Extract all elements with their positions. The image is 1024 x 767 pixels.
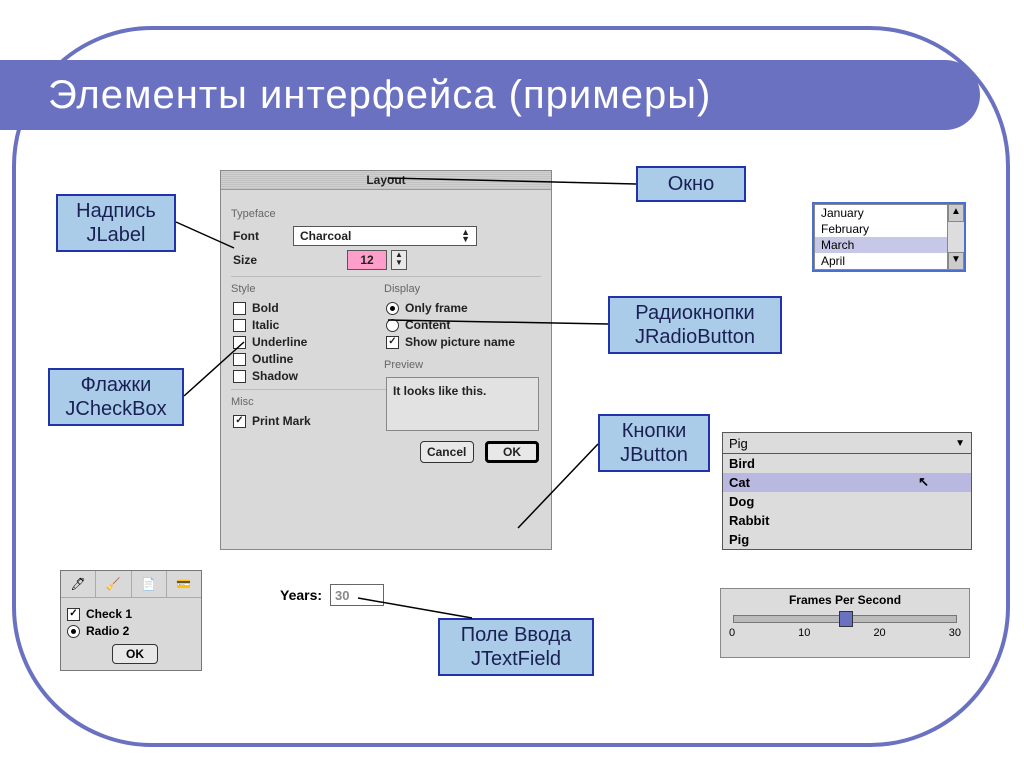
group-display: Display <box>384 283 539 295</box>
years-input[interactable]: 30 <box>330 584 384 606</box>
palette-tool-2[interactable]: 🧹 <box>96 571 131 597</box>
group-style: Style <box>231 283 386 295</box>
animals-combobox[interactable]: Pig ▼ Bird Cat ↖ Dog Rabbit Pig <box>722 432 972 550</box>
layout-window: Layout Typeface Font Charcoal ▲▼ Size 12… <box>220 170 552 550</box>
palette-radio2[interactable]: Radio 2 <box>67 624 195 638</box>
combobox-list: Bird Cat ↖ Dog Rabbit Pig <box>722 454 972 550</box>
list-item[interactable]: Pig <box>723 530 971 549</box>
list-item[interactable]: February <box>815 221 947 237</box>
slider-ticks: 0 10 20 30 <box>729 627 961 639</box>
cursor-icon: ↖ <box>918 474 929 490</box>
radio-onlyframe[interactable]: Only frame <box>386 301 539 315</box>
callout-text: JCheckBox <box>65 397 166 421</box>
check-showpic[interactable]: ✓Show picture name <box>386 335 539 349</box>
label-font: Font <box>233 229 293 243</box>
group-misc: Misc <box>231 396 386 408</box>
callout-jcheckbox: Флажки JCheckBox <box>48 368 184 426</box>
list-item[interactable]: Rabbit <box>723 511 971 530</box>
palette-ok-button[interactable]: OK <box>112 644 158 664</box>
callout-text: Окно <box>668 172 714 196</box>
scrollbar[interactable]: ▲ ▼ <box>947 204 964 270</box>
slider-knob[interactable] <box>839 611 853 627</box>
palette-toolbar: 🖊 🧹 📄 💳 <box>61 571 201 598</box>
palette-tool-1[interactable]: 🖊 <box>61 571 96 597</box>
callout-window: Окно <box>636 166 746 202</box>
check-bold[interactable]: Bold <box>233 301 386 315</box>
callout-jbutton: Кнопки JButton <box>598 414 710 472</box>
callout-text: Надпись <box>76 199 156 223</box>
check-icon: ✓ <box>67 608 80 621</box>
months-listbox[interactable]: January February March April ▲ ▼ <box>812 202 966 272</box>
list-item[interactable]: April <box>815 253 947 269</box>
callout-jlabel: Надпись JLabel <box>56 194 176 252</box>
scroll-down-icon[interactable]: ▼ <box>948 252 964 270</box>
group-preview: Preview <box>384 359 539 371</box>
check-icon: ✓ <box>386 336 399 349</box>
callout-text: JLabel <box>87 223 146 247</box>
list-item[interactable]: Dog <box>723 492 971 511</box>
check-outline[interactable]: Outline <box>233 352 386 366</box>
callout-jradiobutton: Радиокнопки JRadioButton <box>608 296 782 354</box>
window-titlebar[interactable]: Layout <box>221 171 551 190</box>
list-item-selected[interactable]: March <box>815 237 947 253</box>
check-shadow[interactable]: Shadow <box>233 369 386 383</box>
list-item[interactable]: Bird <box>723 454 971 473</box>
years-label: Years: <box>280 587 322 603</box>
font-value: Charcoal <box>300 229 351 243</box>
slider-track[interactable] <box>733 615 957 623</box>
check-printmark[interactable]: ✓Print Mark <box>233 414 386 428</box>
divider <box>231 389 388 390</box>
check-italic[interactable]: Italic <box>233 318 386 332</box>
chevron-down-icon: ▼ <box>955 438 965 449</box>
label-size: Size <box>233 253 293 267</box>
list-item[interactable]: January <box>815 205 947 221</box>
combobox-value: Pig <box>729 436 748 451</box>
slide-title: Элементы интерфейса (примеры) <box>48 73 711 118</box>
callout-text: JButton <box>620 443 688 467</box>
callout-jtextfield: Поле Ввода JTextField <box>438 618 594 676</box>
combobox-closed[interactable]: Pig ▼ <box>722 432 972 454</box>
divider <box>231 276 541 277</box>
scroll-up-icon[interactable]: ▲ <box>948 204 964 222</box>
ok-button[interactable]: OK <box>485 441 539 463</box>
callout-text: Кнопки <box>622 419 687 443</box>
callout-text: JTextField <box>471 647 561 671</box>
palette-check1[interactable]: ✓Check 1 <box>67 607 195 621</box>
radio-content[interactable]: Content <box>386 318 539 332</box>
slider-title: Frames Per Second <box>729 593 961 607</box>
callout-text: JRadioButton <box>635 325 755 349</box>
updown-icon: ▲▼ <box>461 229 470 243</box>
check-underline[interactable]: Underline <box>233 335 386 349</box>
palette-tool-4[interactable]: 💳 <box>167 571 201 597</box>
years-field-group: Years: 30 <box>280 584 384 606</box>
callout-text: Флажки <box>81 373 152 397</box>
group-typeface: Typeface <box>231 208 539 220</box>
font-combobox[interactable]: Charcoal ▲▼ <box>293 226 477 246</box>
callout-text: Радиокнопки <box>635 301 754 325</box>
tool-palette: 🖊 🧹 📄 💳 ✓Check 1 Radio 2 OK <box>60 570 202 671</box>
size-stepper[interactable]: ▲▼ <box>391 250 407 270</box>
size-field[interactable]: 12 <box>347 250 387 270</box>
slide-title-bar: Элементы интерфейса (примеры) <box>0 60 980 130</box>
preview-box: It looks like this. <box>386 377 539 431</box>
list-item-selected[interactable]: Cat ↖ <box>723 473 971 492</box>
cancel-button[interactable]: Cancel <box>420 441 474 463</box>
palette-tool-3[interactable]: 📄 <box>132 571 167 597</box>
check-icon: ✓ <box>233 415 246 428</box>
callout-text: Поле Ввода <box>461 623 572 647</box>
window-body: Typeface Font Charcoal ▲▼ Size 12 ▲▼ Sty… <box>221 190 551 471</box>
fps-slider: Frames Per Second 0 10 20 30 <box>720 588 970 658</box>
